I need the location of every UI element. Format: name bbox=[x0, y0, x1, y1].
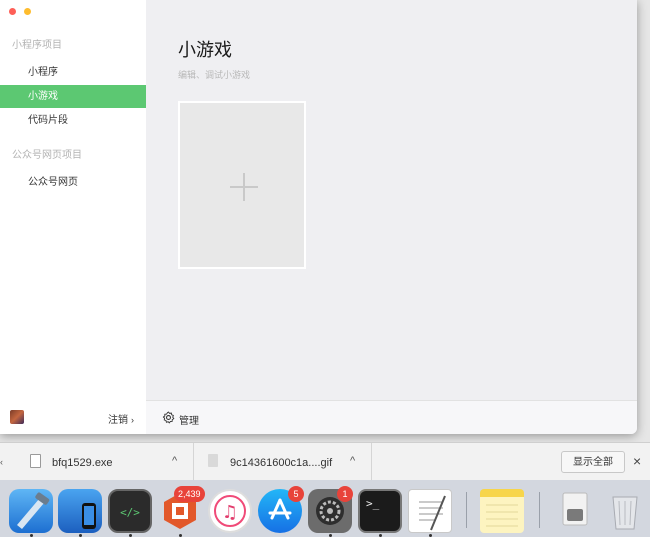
sidebar-footer: 注销 › bbox=[0, 400, 146, 434]
gear-icon[interactable] bbox=[162, 411, 175, 424]
sidebar-item-miniprogram[interactable]: 小程序 bbox=[0, 61, 146, 84]
section-label-web: 公众号网页项目 bbox=[12, 150, 82, 161]
sidebar-item-minigame[interactable]: 小游戏 bbox=[0, 85, 146, 108]
download-item[interactable]: bfq1529.exe ^ bbox=[16, 443, 194, 481]
notification-badge: 1 bbox=[337, 486, 353, 502]
manage-button[interactable]: 管理 bbox=[179, 412, 199, 427]
notes-icon[interactable] bbox=[480, 489, 524, 533]
svg-text:>_: >_ bbox=[366, 497, 380, 510]
dock-separator bbox=[466, 492, 467, 528]
scroll-left-icon[interactable]: ‹ bbox=[0, 457, 3, 467]
system-preferences-icon[interactable]: 1 bbox=[308, 486, 353, 533]
office-app-icon[interactable]: 2,439 bbox=[158, 486, 205, 533]
download-bar: ‹ bfq1529.exe ^ 9c14361600c1a....gif ^ 显… bbox=[0, 442, 650, 481]
logout-button[interactable]: 注销 › bbox=[108, 411, 134, 426]
close-icon[interactable]: × bbox=[633, 453, 641, 469]
close-window-button[interactable] bbox=[9, 8, 16, 15]
main-panel: 小游戏 编辑、调试小游戏 bbox=[146, 0, 637, 400]
trash-icon[interactable] bbox=[603, 489, 647, 533]
image-file-icon bbox=[208, 454, 218, 467]
notification-badge: 2,439 bbox=[174, 486, 205, 502]
wechat-devtools-icon[interactable]: </> bbox=[108, 489, 152, 533]
app-window: 小程序项目 小程序 小游戏 代码片段 公众号网页项目 公众号网页 注销 › 小游戏… bbox=[0, 0, 637, 434]
svg-text:♫: ♫ bbox=[222, 502, 238, 523]
svg-text:</>: </> bbox=[120, 506, 140, 519]
music-icon[interactable]: ♫ bbox=[208, 489, 252, 533]
terminal-icon[interactable]: >_ bbox=[358, 489, 402, 533]
dock-separator bbox=[539, 492, 540, 528]
show-all-button[interactable]: 显示全部 bbox=[561, 451, 625, 473]
avatar[interactable] bbox=[10, 410, 24, 424]
chevron-up-icon[interactable]: ^ bbox=[172, 455, 177, 467]
dock: </> 2,439 ♫ 5 1 >_ bbox=[0, 480, 650, 537]
page-title: 小游戏 bbox=[178, 40, 232, 60]
file-icon bbox=[30, 454, 41, 468]
app-store-icon[interactable]: 5 bbox=[258, 486, 304, 533]
textedit-icon[interactable] bbox=[408, 489, 452, 533]
chevron-right-icon: › bbox=[131, 415, 134, 425]
notification-badge: 5 bbox=[288, 486, 304, 502]
add-project-card[interactable] bbox=[178, 101, 306, 269]
sidebar: 小程序项目 小程序 小游戏 代码片段 公众号网页项目 公众号网页 注销 › bbox=[0, 0, 146, 434]
section-label-miniprogram: 小程序项目 bbox=[12, 40, 62, 51]
sidebar-item-web-page[interactable]: 公众号网页 bbox=[0, 171, 146, 194]
minimize-window-button[interactable] bbox=[24, 8, 31, 15]
download-filename: bfq1529.exe bbox=[52, 457, 113, 469]
sidebar-item-code-snippets[interactable]: 代码片段 bbox=[0, 109, 146, 132]
xcode-icon[interactable] bbox=[9, 489, 53, 533]
page-subtitle: 编辑、调试小游戏 bbox=[178, 70, 251, 80]
download-filename: 9c14361600c1a....gif bbox=[230, 457, 333, 469]
logout-label: 注销 bbox=[108, 415, 128, 426]
simulator-icon[interactable] bbox=[58, 489, 102, 533]
downloads-stack-icon[interactable] bbox=[553, 489, 597, 533]
chevron-up-icon[interactable]: ^ bbox=[350, 455, 355, 467]
main-footer: 管理 bbox=[146, 400, 637, 434]
download-item[interactable]: 9c14361600c1a....gif ^ bbox=[194, 443, 372, 481]
